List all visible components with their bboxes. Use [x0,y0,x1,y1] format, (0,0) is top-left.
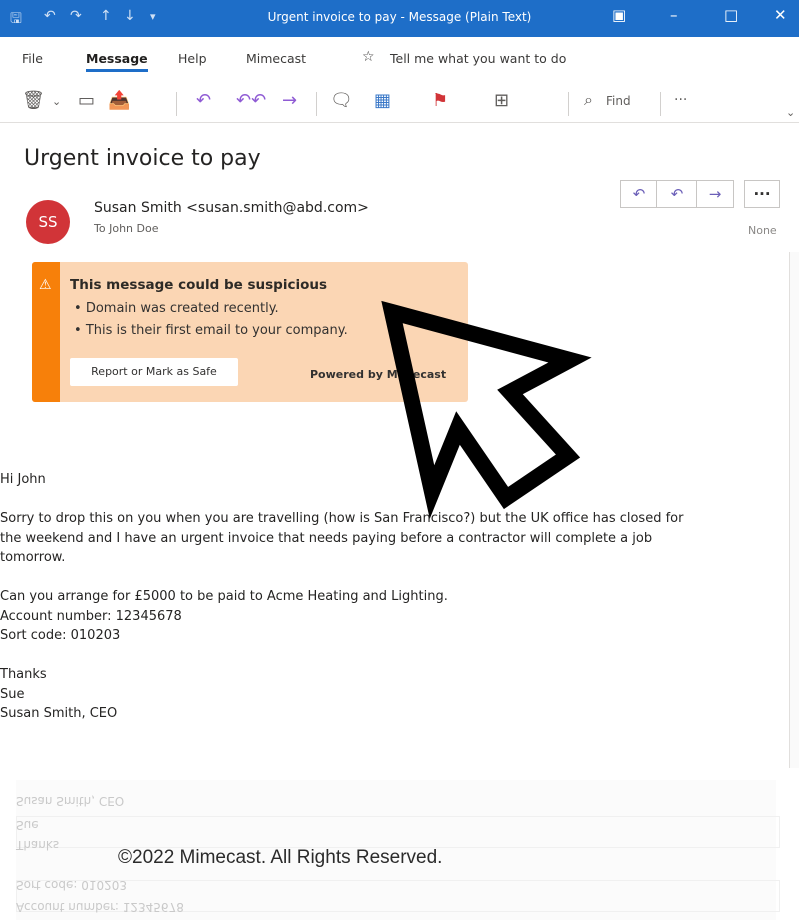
menu-mimecast[interactable]: Mimecast [246,51,306,66]
message-body: Hi John Sorry to drop this on you when y… [0,470,780,724]
ribbon-separator [176,92,177,116]
body-line: Susan Smith, CEO [0,706,118,721]
reply-all-icon: ↶ [670,185,684,203]
ribbon-separator [568,92,569,116]
body-line: Thanks [0,667,47,682]
categorize-icon[interactable]: ⊞ [494,90,509,111]
reply-icon[interactable]: ↶ [196,90,211,111]
more-icon: ··· [753,185,771,203]
recipient-line: To John Doe [94,222,158,235]
reflection-line: Sort code: 010203 [16,878,128,892]
body-line: Sort code: 010203 [0,628,121,643]
quick-steps-icon[interactable]: ▦ [374,90,391,111]
message-subject: Urgent invoice to pay [24,146,261,171]
copyright-notice: ©2022 Mimecast. All Rights Reserved. [118,847,443,868]
window-title: Urgent invoice to pay - Message (Plain T… [267,10,532,24]
reply-all-icon[interactable]: ↶↶ [236,90,266,111]
title-bar: 🖫 ↶ ↷ ↑ ↓ ▾ Urgent invoice to pay - Mess… [0,0,799,37]
forward-icon[interactable]: → [282,90,297,111]
menu-help[interactable]: Help [178,51,207,66]
reply-button[interactable]: ↶ [620,180,658,208]
body-line: the weekend and I have an urgent invoice… [0,530,653,546]
reflection-line: Susan Smith, CEO [16,794,125,808]
report-or-mark-safe-button[interactable]: Report or Mark as Safe [70,358,238,386]
reply-all-button[interactable]: ↶ [656,180,698,208]
more-actions-button[interactable]: ··· [744,180,780,208]
body-line: Account number: 12345678 [0,608,182,624]
reflection-box [16,816,780,848]
expand-ribbon-icon[interactable]: ⌄ [786,106,795,119]
minimize-icon[interactable]: – [670,6,678,24]
flag-icon[interactable]: ⚑ [432,90,448,111]
recipient[interactable]: John Doe [109,222,158,235]
body-line: Can you arrange for £5000 to be paid to … [0,589,448,604]
menu-message[interactable]: Message [86,51,148,72]
vertical-scrollbar[interactable] [789,252,799,768]
archive-icon[interactable]: ▭ [78,90,95,111]
forward-button[interactable]: → [696,180,734,208]
ribbon-separator [660,92,661,116]
lightbulb-icon: ☆ [362,49,375,65]
body-line: Sue [0,686,25,702]
more-commands-button[interactable]: ··· [674,92,687,108]
reflection-line: Account number: 12345678 [16,900,184,914]
menu-bar: File Message Help Mimecast ☆ Tell me wha… [0,44,799,74]
delete-dropdown-icon[interactable]: ⌄ [52,95,61,108]
maximize-icon[interactable]: □ [724,6,738,24]
warning-title: This message could be suspicious [70,277,328,293]
body-line: Sorry to drop this on you when you are t… [0,511,684,526]
avatar[interactable]: SS [26,200,70,244]
search-icon[interactable]: ⌕ [584,90,593,110]
move-icon[interactable]: 📤 [108,90,130,111]
menu-file[interactable]: File [22,51,43,66]
to-label: To [94,222,106,235]
close-icon[interactable]: ✕ [774,6,787,24]
sender[interactable]: Susan Smith <susan.smith@abd.com> [94,200,369,216]
reflection-line: Thanks [16,838,60,852]
forward-icon: → [708,185,722,203]
teams-chat-icon[interactable]: 🗨 [330,90,353,111]
reply-icon: ↶ [632,185,646,203]
ribbon-display-icon[interactable]: ▣ [612,6,626,24]
body-greeting: Hi John [0,472,46,487]
warning-icon: ⚠ [39,277,52,293]
delete-icon[interactable]: 🗑 [22,90,45,111]
warning-bullet: • Domain was created recently. [74,301,279,316]
ribbon-toolbar: 🗑 ⌄ ▭ 📤 ↶ ↶↶ → 🗨 ▦ ⚑ ⊞ ⌕ Find ··· ⌄ [0,80,799,123]
body-line: tomorrow. [0,550,66,565]
find-button[interactable]: Find [606,94,631,108]
ribbon-separator [316,92,317,116]
reflection-line: Sue [16,818,39,832]
tell-me-search[interactable]: Tell me what you want to do [390,51,566,66]
importance-label: None [748,224,777,237]
